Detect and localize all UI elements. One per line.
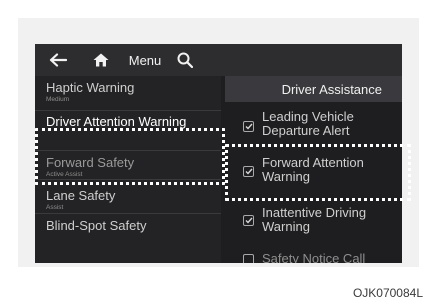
top-bar: Menu <box>35 44 402 76</box>
menu-item-label: Blind-Spot Safety <box>46 218 147 233</box>
menu-item-blind-spot-safety[interactable]: Blind-Spot Safety <box>46 218 146 233</box>
menu-button[interactable]: Menu <box>125 44 165 76</box>
menu-divider <box>35 110 221 111</box>
menu-item-haptic-warning[interactable]: Haptic Warning Medium <box>46 80 134 104</box>
menu-item-label: Haptic Warning <box>46 80 135 95</box>
checkbox-checked[interactable] <box>243 121 254 132</box>
search-icon <box>177 52 193 68</box>
home-icon <box>93 53 109 67</box>
checkmark-icon <box>245 168 253 175</box>
menu-item-label: Driver Attention Warning <box>46 114 187 129</box>
menu-item-driver-attention-warning[interactable]: Driver Attention Warning <box>46 114 206 130</box>
back-button[interactable] <box>45 44 71 76</box>
home-button[interactable] <box>89 44 113 76</box>
menu-divider <box>35 213 221 214</box>
option-inattentive-driving-warning[interactable]: Inattentive Driving Warning <box>243 206 393 238</box>
checkmark-icon <box>245 123 253 130</box>
section-title: Driver Assistance <box>281 82 382 97</box>
option-label: Safety Notice Call <box>262 251 366 264</box>
menu-divider <box>35 150 221 151</box>
menu-item-lane-safety[interactable]: Lane Safety Assist <box>46 188 115 212</box>
checkbox-checked[interactable] <box>243 166 254 177</box>
figure-code: OJK070084L <box>352 286 423 300</box>
option-forward-attention-warning[interactable]: Forward Attention Warning <box>243 156 393 188</box>
menu-item-label: Forward Safety <box>46 155 135 170</box>
section-header: Driver Assistance <box>225 76 402 102</box>
arrow-left-icon <box>49 53 67 67</box>
menu-item-value: Medium <box>46 96 70 103</box>
checkmark-icon <box>245 217 253 224</box>
option-label: Leading Vehicle Departure Alert <box>262 109 354 138</box>
option-label: Inattentive Driving Warning <box>262 205 367 234</box>
option-label: Forward Attention Warning <box>262 155 364 184</box>
search-button[interactable] <box>173 44 197 76</box>
infotainment-screen: Menu Driver Assistance Haptic Warning Me… <box>35 44 402 263</box>
menu-item-value: Assist <box>46 204 64 211</box>
checkbox-checked[interactable] <box>243 215 254 226</box>
checkbox-unchecked[interactable] <box>243 254 254 263</box>
menu-divider <box>35 179 221 180</box>
menu-item-value: Active Assist <box>46 171 83 178</box>
option-safety-notice-call[interactable]: Safety Notice Call <box>243 252 393 263</box>
menu-item-forward-safety[interactable]: Forward Safety Active Assist <box>46 155 134 179</box>
menu-item-label: Lane Safety <box>46 188 116 203</box>
option-leading-vehicle-departure-alert[interactable]: Leading Vehicle Departure Alert <box>243 110 393 142</box>
